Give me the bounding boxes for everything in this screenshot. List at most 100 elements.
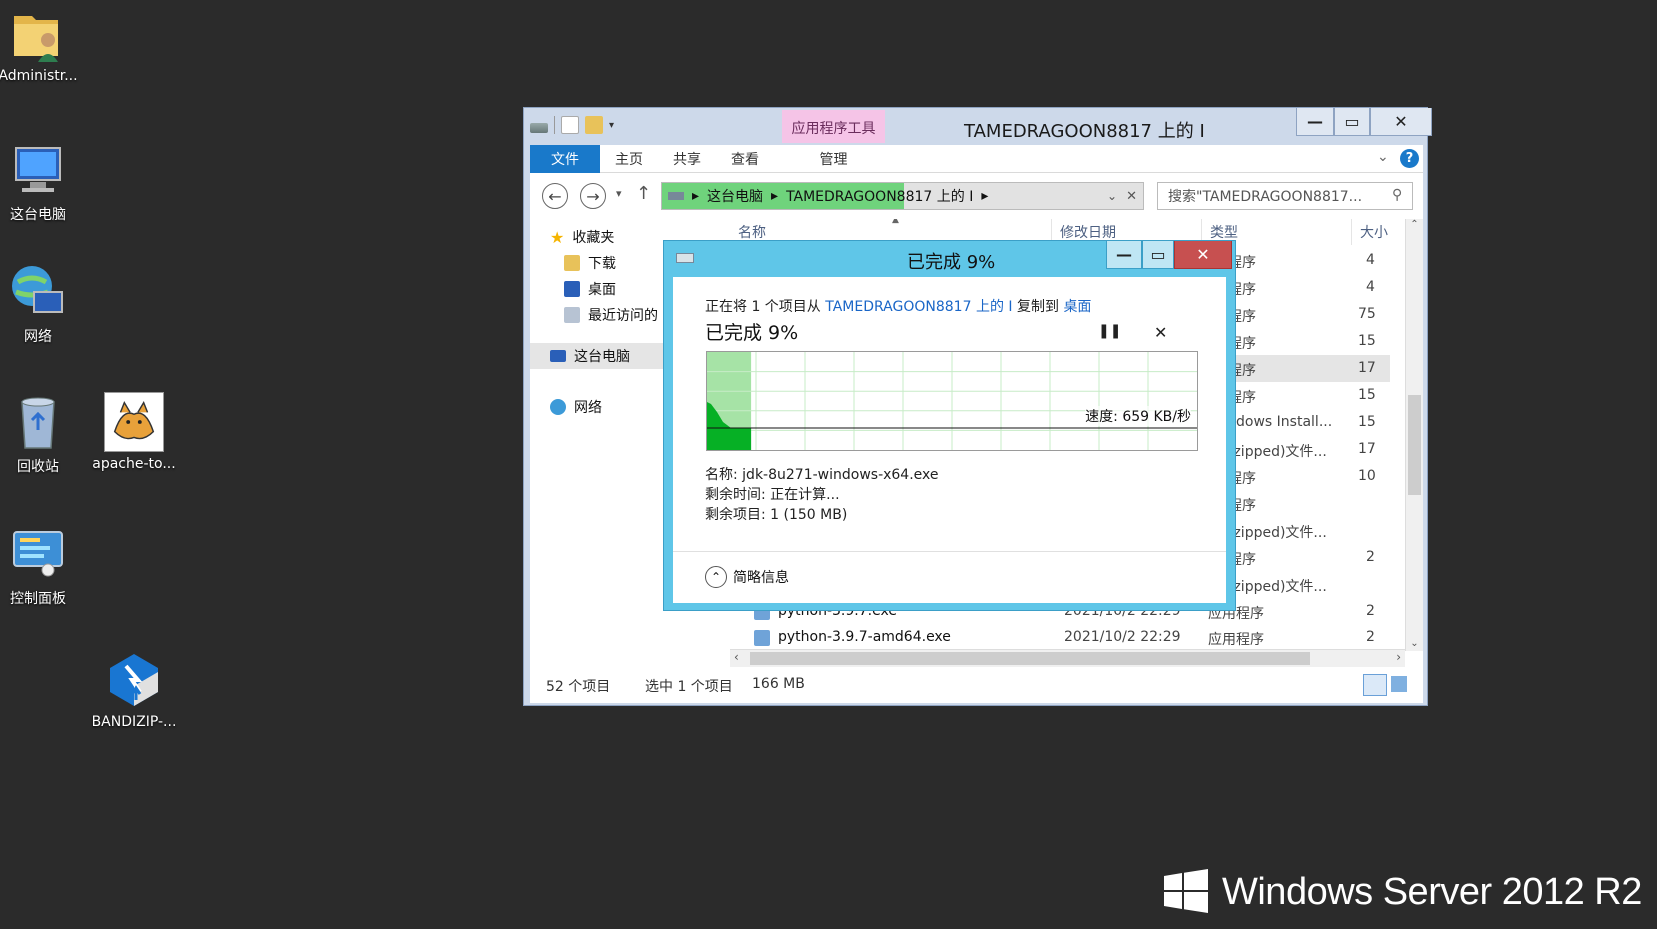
scroll-down-icon[interactable]: ⌄ <box>1406 638 1423 649</box>
horizontal-scrollbar[interactable]: ‹ › <box>730 649 1405 667</box>
recent-places-icon <box>564 307 580 323</box>
scroll-thumb-horizontal[interactable] <box>750 652 1310 665</box>
desktop-icon-control-panel[interactable]: 控制面板 <box>0 524 86 608</box>
breadcrumb-separator-icon: ▸ <box>692 188 700 204</box>
desktop-icon-administrator[interactable]: Administr... <box>0 4 86 84</box>
desktop-icon-this-pc[interactable]: 这台电脑 <box>0 140 86 224</box>
search-icon[interactable]: ⚲ <box>1392 187 1402 203</box>
drive-icon <box>668 192 684 200</box>
drive-icon <box>530 123 548 133</box>
selected-size: 166 MB <box>752 676 805 692</box>
copy-icon <box>676 253 694 263</box>
search-input[interactable]: 搜索"TAMEDRAGOON8817... <box>1157 182 1413 210</box>
minimize-button[interactable]: — <box>1296 108 1334 136</box>
toolbar-separator <box>554 116 555 134</box>
file-row[interactable]: python-3.9.7-amd64.exe 2021/10/2 22:29 应… <box>730 624 1390 651</box>
nav-label: 这台电脑 <box>574 349 630 365</box>
back-button[interactable]: ← <box>542 183 568 209</box>
item-count: 52 个项目 <box>546 679 611 695</box>
dialog-maximize-button[interactable]: ▭ <box>1142 241 1174 269</box>
less-details-label: 简略信息 <box>733 570 789 586</box>
nav-recent[interactable]: 最近访问的 <box>564 305 658 325</box>
selected-count: 选中 1 个项目 <box>645 679 733 695</box>
desktop-icon-label: 这台电脑 <box>10 207 66 223</box>
breadcrumb-drive[interactable]: TAMEDRAGOON8817 上的 I <box>786 186 973 206</box>
breadcrumb-separator-icon: ▸ <box>771 188 779 204</box>
cancel-copy-button[interactable]: ✕ <box>1154 323 1167 342</box>
properties-icon[interactable] <box>561 116 579 134</box>
address-toolbar: ← → ▾ ↑ ▸ 这台电脑 ▸ TAMEDRAGOON8817 上的 I ▸ … <box>530 173 1423 219</box>
installer-icon <box>754 630 770 646</box>
less-details-toggle[interactable]: ⌃ 简略信息 <box>705 566 789 588</box>
desktop-icon-bandizip[interactable]: BANDIZIP-... <box>86 650 182 730</box>
nav-network[interactable]: 网络 <box>550 397 602 417</box>
scroll-up-icon[interactable]: ⌃ <box>1406 219 1423 230</box>
desktop-icon-label: Administr... <box>0 68 78 84</box>
dialog-body: 正在将 1 个项目从 TAMEDRAGOON8817 上的 I 复制到 桌面 已… <box>673 277 1226 603</box>
breadcrumb-this-pc[interactable]: 这台电脑 <box>707 186 763 206</box>
desktop-icon-label: apache-to... <box>92 456 176 472</box>
quick-access-toolbar: ▾ <box>530 116 614 134</box>
dialog-title-bar[interactable]: 已完成 9% — ▭ ✕ <box>664 241 1235 277</box>
collapse-chevron-icon: ⌃ <box>705 566 727 588</box>
maximize-button[interactable]: ▭ <box>1334 108 1370 136</box>
expand-ribbon-chevron-icon[interactable]: ⌄ <box>1377 149 1389 165</box>
dialog-close-button[interactable]: ✕ <box>1174 241 1232 269</box>
downloads-folder-icon <box>564 255 580 271</box>
progress-heading: 已完成 9% <box>705 322 799 344</box>
explorer-window-controls: — ▭ ✕ <box>1296 108 1432 136</box>
desktop-icon-apache-tomcat[interactable]: apache-to... <box>86 392 182 472</box>
new-folder-icon[interactable] <box>585 116 603 134</box>
nav-label: 最近访问的 <box>588 308 658 324</box>
forward-button[interactable]: → <box>580 183 606 209</box>
windows-logo-icon <box>1164 869 1208 913</box>
source-link[interactable]: TAMEDRAGOON8817 上的 I <box>825 299 1012 315</box>
scroll-left-icon[interactable]: ‹ <box>734 650 739 664</box>
copy-progress-dialog: 已完成 9% — ▭ ✕ 正在将 1 个项目从 TAMEDRAGOON8817 … <box>663 240 1236 611</box>
up-button[interactable]: ↑ <box>636 183 651 204</box>
star-icon: ★ <box>550 227 565 247</box>
pause-button[interactable]: ❚❚ <box>1098 323 1121 339</box>
tab-home[interactable]: 主页 <box>600 145 658 173</box>
transfer-speed-graph: 速度: 659 KB/秒 <box>706 351 1198 451</box>
copy-description-mid: 复制到 <box>1012 299 1064 315</box>
explorer-title: TAMEDRAGOON8817 上的 I <box>964 121 1205 142</box>
nav-favorites[interactable]: ★ 收藏夹 <box>550 227 614 247</box>
network-icon <box>8 262 68 322</box>
destination-link[interactable]: 桌面 <box>1063 299 1091 315</box>
nav-downloads[interactable]: 下载 <box>564 253 616 273</box>
recycle-bin-icon <box>8 392 68 452</box>
tab-manage[interactable]: 管理 <box>782 145 885 173</box>
address-bar[interactable]: ▸ 这台电脑 ▸ TAMEDRAGOON8817 上的 I ▸ ⌄ ✕ <box>661 182 1144 210</box>
desktop-icon-network[interactable]: 网络 <box>0 262 86 346</box>
address-dropdown-chevron-icon[interactable]: ⌄ <box>1107 189 1117 203</box>
customize-toolbar-chevron-icon[interactable]: ▾ <box>609 120 614 131</box>
desktop-folder-icon <box>564 281 580 297</box>
address-clear-icon[interactable]: ✕ <box>1126 189 1137 204</box>
desktop-icon-recycle-bin[interactable]: 回收站 <box>0 392 86 476</box>
copy-description: 正在将 1 个项目从 TAMEDRAGOON8817 上的 I 复制到 桌面 <box>705 296 1091 316</box>
nav-desktop[interactable]: 桌面 <box>564 279 616 299</box>
large-icons-view-icon[interactable] <box>1391 676 1407 692</box>
help-icon[interactable]: ? <box>1400 149 1419 168</box>
scroll-right-icon[interactable]: › <box>1396 650 1401 664</box>
sort-indicator-icon: ▲ <box>892 219 899 225</box>
dialog-title: 已完成 9% <box>907 252 996 273</box>
column-header-size[interactable]: 大小 <box>1352 219 1412 245</box>
scroll-thumb[interactable] <box>1408 395 1421 495</box>
nav-label: 收藏夹 <box>572 230 615 246</box>
computer-icon <box>8 140 68 200</box>
bandizip-icon <box>104 650 164 710</box>
dialog-window-controls: — ▭ ✕ <box>1106 241 1232 269</box>
close-button[interactable]: ✕ <box>1370 108 1432 136</box>
tab-share[interactable]: 共享 <box>658 145 716 173</box>
user-folder-icon <box>8 4 68 64</box>
tab-view[interactable]: 查看 <box>716 145 774 173</box>
details-view-icon[interactable] <box>1363 674 1387 696</box>
tab-file[interactable]: 文件 <box>530 145 600 173</box>
dialog-minimize-button[interactable]: — <box>1106 241 1142 269</box>
recent-locations-chevron-icon[interactable]: ▾ <box>616 187 622 200</box>
vertical-scrollbar[interactable]: ⌃ ⌄ <box>1405 219 1423 651</box>
time-remaining: 剩余时间: 正在计算... <box>705 487 840 503</box>
explorer-title-bar[interactable]: ▾ 应用程序工具 TAMEDRAGOON8817 上的 I — ▭ ✕ <box>524 108 1432 145</box>
